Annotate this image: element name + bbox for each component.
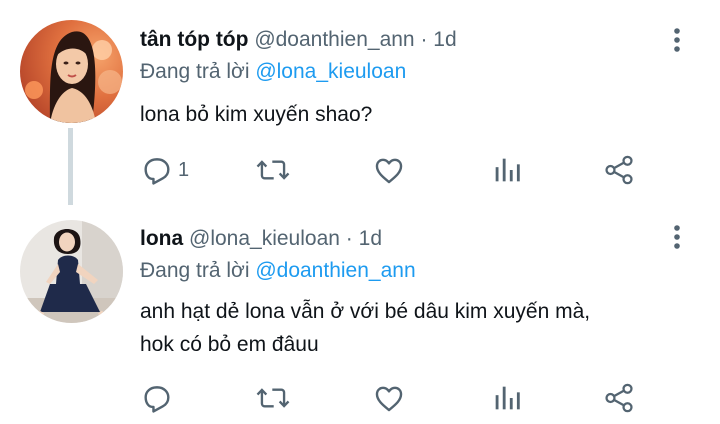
- analytics-icon: [490, 381, 524, 415]
- reply-prefix: Đang trả lời: [140, 259, 250, 282]
- more-icon[interactable]: [662, 25, 692, 55]
- retweet-button[interactable]: [255, 150, 291, 190]
- reply-icon: [140, 153, 174, 187]
- display-name[interactable]: lona: [140, 227, 183, 250]
- thread-line: [68, 128, 73, 205]
- avatar[interactable]: [20, 220, 123, 323]
- reply-icon: [140, 381, 174, 415]
- user-handle[interactable]: @lona_kieuloan: [189, 227, 340, 250]
- action-bar: [140, 378, 660, 418]
- like-button[interactable]: [372, 378, 406, 418]
- reply-context: Đang trả lời @doanthien_ann: [140, 257, 416, 285]
- tweet-header: tân tóp tóp @doanthien_ann · 1d: [140, 26, 457, 54]
- separator: ·: [420, 28, 428, 51]
- tweet[interactable]: tân tóp tóp @doanthien_ann · 1d Đang trả…: [0, 0, 720, 205]
- tweet-header: lona @lona_kieuloan · 1d: [140, 225, 382, 253]
- like-icon: [372, 381, 406, 415]
- share-button[interactable]: [602, 378, 636, 418]
- user-handle[interactable]: @doanthien_ann: [254, 28, 414, 51]
- reply-prefix: Đang trả lời: [140, 60, 250, 83]
- retweet-icon: [255, 153, 291, 187]
- reply-count: 1: [178, 158, 190, 181]
- retweet-icon: [255, 381, 291, 415]
- reply-button[interactable]: [140, 378, 178, 418]
- timestamp[interactable]: 1d: [433, 28, 456, 51]
- timestamp[interactable]: 1d: [359, 227, 382, 250]
- analytics-button[interactable]: [490, 378, 524, 418]
- more-icon[interactable]: [662, 222, 692, 252]
- reply-context: Đang trả lời @lona_kieuloan: [140, 58, 406, 86]
- tweet[interactable]: lona @lona_kieuloan · 1d Đang trả lời @d…: [0, 205, 720, 424]
- display-name[interactable]: tân tóp tóp: [140, 28, 248, 51]
- reply-button[interactable]: 1: [140, 150, 189, 190]
- avatar[interactable]: [20, 20, 123, 123]
- like-icon: [372, 153, 406, 187]
- analytics-button[interactable]: [490, 150, 524, 190]
- like-button[interactable]: [372, 150, 406, 190]
- share-button[interactable]: [602, 150, 636, 190]
- mention-link[interactable]: @lona_kieuloan: [255, 60, 406, 83]
- share-icon: [602, 153, 636, 187]
- retweet-button[interactable]: [255, 378, 291, 418]
- analytics-icon: [490, 153, 524, 187]
- action-bar: 1: [140, 150, 660, 190]
- tweet-text: lona bỏ kim xuyến shao?: [140, 103, 373, 126]
- separator: ·: [345, 227, 353, 250]
- share-icon: [602, 381, 636, 415]
- tweet-text: anh hạt dẻ lona vẫn ở với bé dâu kim xuy…: [140, 300, 591, 356]
- mention-link[interactable]: @doanthien_ann: [255, 259, 415, 282]
